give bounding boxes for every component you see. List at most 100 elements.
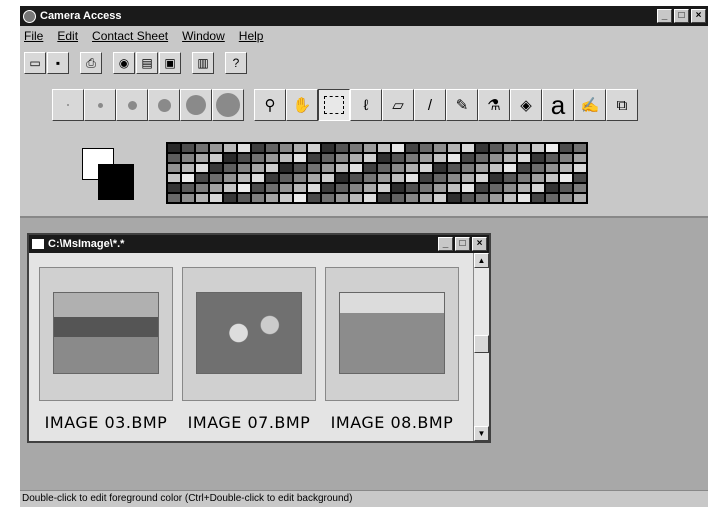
palette-swatch[interactable] [321,183,335,193]
brush-size-5[interactable] [180,89,212,121]
scroll-thumb[interactable] [474,335,489,353]
palette-swatch[interactable] [545,163,559,173]
palette-swatch[interactable] [349,153,363,163]
palette-swatch[interactable] [461,143,475,153]
lasso-icon[interactable]: ℓ [350,89,382,121]
palette-swatch[interactable] [279,153,293,163]
palette-swatch[interactable] [349,143,363,153]
palette-swatch[interactable] [363,143,377,153]
palette-swatch[interactable] [251,163,265,173]
palette-swatch[interactable] [181,193,195,203]
palette-swatch[interactable] [307,173,321,183]
eyedropper-icon[interactable]: ⚗ [478,89,510,121]
palette-swatch[interactable] [545,183,559,193]
palette-swatch[interactable] [391,163,405,173]
palette-swatch[interactable] [237,153,251,163]
zoom-icon[interactable]: ⚲ [254,89,286,121]
palette-swatch[interactable] [405,143,419,153]
palette-swatch[interactable] [237,143,251,153]
scroll-down-icon[interactable]: ▼ [474,426,489,441]
help-icon[interactable]: ? [225,52,247,74]
palette-swatch[interactable] [447,173,461,183]
fill-icon[interactable]: ◈ [510,89,542,121]
palette-swatch[interactable] [573,193,587,203]
palette-swatch[interactable] [195,173,209,183]
palette-swatch[interactable] [461,183,475,193]
palette-swatch[interactable] [517,193,531,203]
palette-swatch[interactable] [279,173,293,183]
child-maximize-button[interactable]: □ [455,237,470,251]
thumbnail-image-03[interactable] [39,267,173,401]
palette-swatch[interactable] [265,143,279,153]
brush-size-4[interactable] [148,89,180,121]
palette-swatch[interactable] [251,183,265,193]
palette-swatch[interactable] [475,163,489,173]
palette-swatch[interactable] [545,193,559,203]
menu-help[interactable]: Help [239,29,264,43]
palette-swatch[interactable] [573,173,587,183]
palette-swatch[interactable] [559,173,573,183]
palette-swatch[interactable] [279,143,293,153]
palette-swatch[interactable] [195,163,209,173]
palette-swatch[interactable] [447,163,461,173]
palette-swatch[interactable] [475,153,489,163]
palette-swatch[interactable] [265,193,279,203]
palette-swatch[interactable] [517,183,531,193]
palette-swatch[interactable] [321,173,335,183]
palette-swatch[interactable] [517,153,531,163]
brush-size-2[interactable] [84,89,116,121]
palette-swatch[interactable] [349,163,363,173]
palette-swatch[interactable] [195,143,209,153]
palette-swatch[interactable] [209,163,223,173]
eraser-icon[interactable]: ▱ [382,89,414,121]
palette-swatch[interactable] [531,193,545,203]
palette-swatch[interactable] [349,183,363,193]
palette-swatch[interactable] [475,143,489,153]
palette-swatch[interactable] [447,143,461,153]
palette-swatch[interactable] [559,193,573,203]
palette-swatch[interactable] [321,193,335,203]
palette-swatch[interactable] [377,153,391,163]
palette-swatch[interactable] [223,153,237,163]
palette-swatch[interactable] [265,183,279,193]
hand-icon[interactable]: ✋ [286,89,318,121]
palette-swatch[interactable] [363,153,377,163]
palette-swatch[interactable] [279,163,293,173]
palette-swatch[interactable] [545,153,559,163]
palette-swatch[interactable] [517,173,531,183]
palette-swatch[interactable] [377,183,391,193]
palette-swatch[interactable] [503,163,517,173]
open-icon[interactable]: ▭ [24,52,46,74]
palette-swatch[interactable] [265,163,279,173]
palette-swatch[interactable] [251,173,265,183]
palette-swatch[interactable] [307,143,321,153]
palette-swatch[interactable] [237,163,251,173]
palette-swatch[interactable] [237,173,251,183]
brush-size-1[interactable] [52,89,84,121]
palette-swatch[interactable] [251,193,265,203]
palette-swatch[interactable] [433,193,447,203]
palette-swatch[interactable] [559,183,573,193]
palette-swatch[interactable] [433,163,447,173]
palette-swatch[interactable] [531,173,545,183]
palette-swatch[interactable] [181,153,195,163]
palette-swatch[interactable] [335,153,349,163]
thumbnail-image-08[interactable] [325,267,459,401]
palette-swatch[interactable] [503,143,517,153]
palette-swatch[interactable] [503,173,517,183]
palette-swatch[interactable] [223,143,237,153]
palette-swatch[interactable] [391,183,405,193]
brush-size-6[interactable] [212,89,244,121]
palette-swatch[interactable] [223,173,237,183]
palette-swatch[interactable] [475,173,489,183]
contact-sheet-icon[interactable]: ▥ [192,52,214,74]
palette-swatch[interactable] [517,163,531,173]
menu-file[interactable]: File [24,29,43,43]
palette-swatch[interactable] [489,183,503,193]
palette-swatch[interactable] [321,143,335,153]
palette-swatch[interactable] [195,153,209,163]
palette-swatch[interactable] [307,153,321,163]
palette-swatch[interactable] [573,183,587,193]
palette-swatch[interactable] [377,143,391,153]
palette-swatch[interactable] [447,183,461,193]
